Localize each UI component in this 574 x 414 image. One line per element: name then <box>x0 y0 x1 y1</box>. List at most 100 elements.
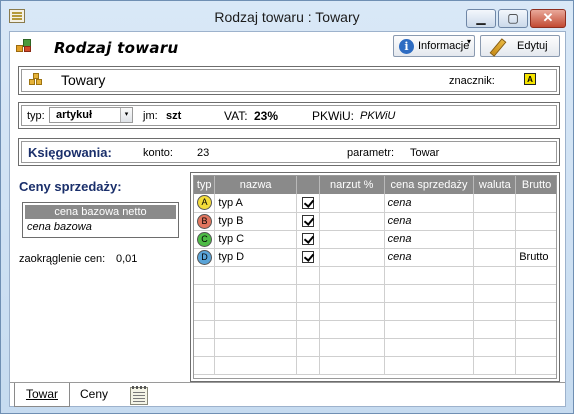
price-cell[interactable]: cena <box>384 230 475 249</box>
price-cell[interactable]: cena <box>384 212 475 231</box>
empty-cell[interactable] <box>473 266 517 285</box>
empty-cell[interactable] <box>473 356 517 375</box>
checkbox-checked[interactable] <box>301 251 314 264</box>
currency-cell[interactable] <box>473 194 517 213</box>
empty-cell[interactable] <box>473 338 517 357</box>
empty-cell[interactable] <box>194 302 216 321</box>
currency-cell[interactable] <box>473 230 517 249</box>
notepad-icon[interactable] <box>130 386 148 405</box>
markup-cell[interactable] <box>319 248 385 267</box>
gross-cell[interactable]: Brutto <box>515 248 556 267</box>
column-header-cena[interactable]: cena sprzedaży <box>384 176 475 194</box>
gross-cell[interactable] <box>515 212 556 231</box>
empty-cell[interactable] <box>319 302 385 321</box>
empty-cell[interactable] <box>319 356 385 375</box>
empty-cell[interactable] <box>515 338 556 357</box>
table-row-empty[interactable] <box>194 320 556 339</box>
table-row-empty[interactable] <box>194 302 556 321</box>
empty-cell[interactable] <box>194 284 216 303</box>
table-row-empty[interactable] <box>194 266 556 285</box>
active-cell[interactable] <box>296 212 320 231</box>
close-button[interactable]: ✕ <box>530 9 566 28</box>
gross-cell[interactable] <box>515 194 556 213</box>
info-button[interactable]: i Informacje ▾ <box>393 35 475 57</box>
empty-cell[interactable] <box>194 266 216 285</box>
empty-cell[interactable] <box>473 320 517 339</box>
column-header-brutto[interactable]: Brutto <box>515 176 556 194</box>
empty-cell[interactable] <box>515 302 556 321</box>
table-row[interactable]: Dtyp D cena Brutto <box>194 248 556 267</box>
price-cell[interactable]: cena <box>384 248 475 267</box>
column-header-typ[interactable]: typ <box>194 176 216 194</box>
type-cell[interactable]: C <box>194 230 216 249</box>
active-cell[interactable] <box>296 230 320 249</box>
empty-cell[interactable] <box>384 284 475 303</box>
currency-cell[interactable] <box>473 212 517 231</box>
empty-cell[interactable] <box>194 338 216 357</box>
empty-cell[interactable] <box>296 302 320 321</box>
empty-cell[interactable] <box>384 320 475 339</box>
empty-cell[interactable] <box>296 266 320 285</box>
empty-cell[interactable] <box>515 284 556 303</box>
empty-cell[interactable] <box>214 356 297 375</box>
table-row[interactable]: Atyp A cena <box>194 194 556 213</box>
empty-cell[interactable] <box>296 338 320 357</box>
tab-towar[interactable]: Towar <box>14 383 70 407</box>
checkbox-checked[interactable] <box>301 215 314 228</box>
edit-button[interactable]: Edytuj <box>480 35 560 57</box>
empty-cell[interactable] <box>319 320 385 339</box>
empty-cell[interactable] <box>384 302 475 321</box>
empty-cell[interactable] <box>515 320 556 339</box>
checkbox-checked[interactable] <box>301 196 314 209</box>
empty-cell[interactable] <box>319 284 385 303</box>
tab-ceny[interactable]: Ceny <box>74 383 114 407</box>
markup-cell[interactable] <box>319 212 385 231</box>
empty-cell[interactable] <box>384 338 475 357</box>
table-row[interactable]: Ctyp C cena <box>194 230 556 249</box>
table-row-empty[interactable] <box>194 356 556 375</box>
empty-cell[interactable] <box>296 284 320 303</box>
name-cell[interactable]: typ A <box>214 194 297 213</box>
minimize-button[interactable]: ▁ <box>466 9 496 28</box>
table-row-empty[interactable] <box>194 284 556 303</box>
table-row[interactable]: Btyp B cena <box>194 212 556 231</box>
empty-cell[interactable] <box>384 356 475 375</box>
empty-cell[interactable] <box>515 356 556 375</box>
column-header-active[interactable] <box>296 176 320 194</box>
type-cell[interactable]: A <box>194 194 216 213</box>
title-bar[interactable]: Rodzaj towaru : Towary ▁ ▢ ✕ <box>1 1 573 31</box>
empty-cell[interactable] <box>194 320 216 339</box>
empty-cell[interactable] <box>515 266 556 285</box>
empty-cell[interactable] <box>319 266 385 285</box>
type-cell[interactable]: B <box>194 212 216 231</box>
base-price-box[interactable]: cena bazowa netto cena bazowa <box>22 202 179 238</box>
empty-cell[interactable] <box>214 320 297 339</box>
empty-cell[interactable] <box>319 338 385 357</box>
markup-cell[interactable] <box>319 194 385 213</box>
empty-cell[interactable] <box>214 338 297 357</box>
empty-cell[interactable] <box>296 356 320 375</box>
name-cell[interactable]: typ C <box>214 230 297 249</box>
column-header-nazwa[interactable]: nazwa <box>214 176 297 194</box>
empty-cell[interactable] <box>473 284 517 303</box>
empty-cell[interactable] <box>473 302 517 321</box>
markup-cell[interactable] <box>319 230 385 249</box>
typ-select[interactable]: artykuł ▾ <box>49 107 133 123</box>
column-header-waluta[interactable]: waluta <box>473 176 517 194</box>
active-cell[interactable] <box>296 248 320 267</box>
gross-cell[interactable] <box>515 230 556 249</box>
type-cell[interactable]: D <box>194 248 216 267</box>
empty-cell[interactable] <box>384 266 475 285</box>
empty-cell[interactable] <box>214 284 297 303</box>
maximize-button[interactable]: ▢ <box>498 9 528 28</box>
empty-cell[interactable] <box>296 320 320 339</box>
empty-cell[interactable] <box>214 302 297 321</box>
column-header-narzut[interactable]: narzut % <box>319 176 385 194</box>
name-cell[interactable]: typ D <box>214 248 297 267</box>
name-cell[interactable]: typ B <box>214 212 297 231</box>
price-cell[interactable]: cena <box>384 194 475 213</box>
active-cell[interactable] <box>296 194 320 213</box>
checkbox-checked[interactable] <box>301 233 314 246</box>
table-row-empty[interactable] <box>194 338 556 357</box>
currency-cell[interactable] <box>473 248 517 267</box>
